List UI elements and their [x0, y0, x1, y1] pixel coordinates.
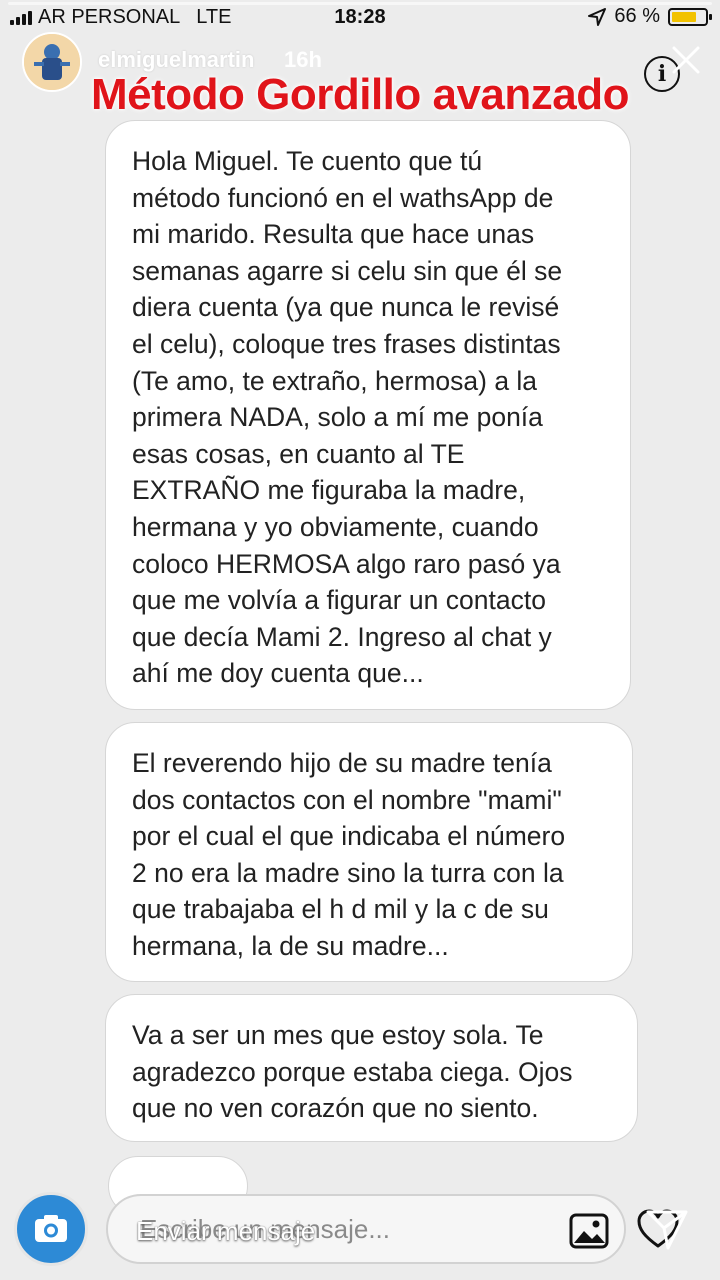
message-line: dos contactos con el nombre "mami"	[132, 784, 562, 815]
message-line: Hola Miguel. Te cuento que tú	[132, 146, 483, 176]
message-line: diera cuenta (ya que nunca le revisé	[132, 292, 560, 323]
story-reply-placeholder: Enviar mensaje	[136, 1216, 316, 1246]
camera-button[interactable]	[14, 1192, 88, 1266]
message-line: que decía Mami 2. Ingreso al chat y	[132, 621, 552, 652]
message-composer-bar: Escribe un mensaje... Enviar mensaje	[0, 1180, 720, 1280]
message-line: 2 no era la madre sino la turra con la	[132, 857, 564, 888]
battery-percent: 66 %	[614, 5, 660, 27]
message-line: El reverendo hijo de su madre tenía	[132, 748, 552, 778]
send-icon[interactable]	[644, 1206, 690, 1252]
message-bubble: Va a ser un mes que estoy sola. Te agrad…	[105, 994, 638, 1142]
message-line: coloco HERMOSA algo raro pasó ya	[132, 548, 561, 579]
message-line: (Te amo, te extraño, hermosa) a la	[132, 365, 538, 396]
message-line: agradezco porque estaba ciega. Ojos	[132, 1056, 573, 1087]
message-line: hermana y yo obviamente, cuando	[132, 511, 539, 542]
message-line: EXTRAÑO me figuraba la madre,	[132, 475, 526, 506]
message-line: semanas agarre si celu sin que él se	[132, 255, 563, 286]
message-line: hermana, la de su madre...	[132, 930, 449, 961]
message-line: mi marido. Resulta que hace unas	[132, 219, 535, 250]
story-overlay-title: Método Gordillo avanzado	[90, 70, 630, 119]
battery-icon	[668, 7, 712, 26]
message-line: método funcionó en el wathsApp de	[132, 182, 554, 213]
camera-icon	[35, 1215, 67, 1242]
status-bar: AR PERSONAL LTE 18:28 66 %	[0, 0, 720, 38]
story-progress-bar	[8, 2, 712, 5]
message-line: esas cosas, en cuanto al TE	[132, 438, 465, 469]
message-bubble: El reverendo hijo de su madre tenía dos …	[105, 722, 633, 982]
message-line: ahí me doy cuenta que...	[132, 658, 424, 689]
message-line: el celu), coloque tres frases distintas	[132, 328, 561, 359]
message-line: primera NADA, solo a mí me ponía	[132, 402, 543, 433]
message-line: que no ven corazón que no siento.	[132, 1093, 539, 1124]
message-input[interactable]: Escribe un mensaje... Enviar mensaje	[106, 1194, 626, 1264]
message-bubble: Hola Miguel. Te cuento que tú método fun…	[105, 120, 631, 710]
gallery-icon[interactable]	[568, 1210, 610, 1252]
status-right: 66 %	[588, 5, 712, 28]
message-line: que me volvía a figurar un contacto	[132, 585, 546, 616]
message-line: Va a ser un mes que estoy sola. Te	[132, 1020, 544, 1050]
message-line: por el cual el que indicaba el número	[132, 821, 566, 852]
location-arrow-icon	[588, 7, 607, 26]
message-line: que trabajaba el h d mil y la c de su	[132, 894, 549, 925]
